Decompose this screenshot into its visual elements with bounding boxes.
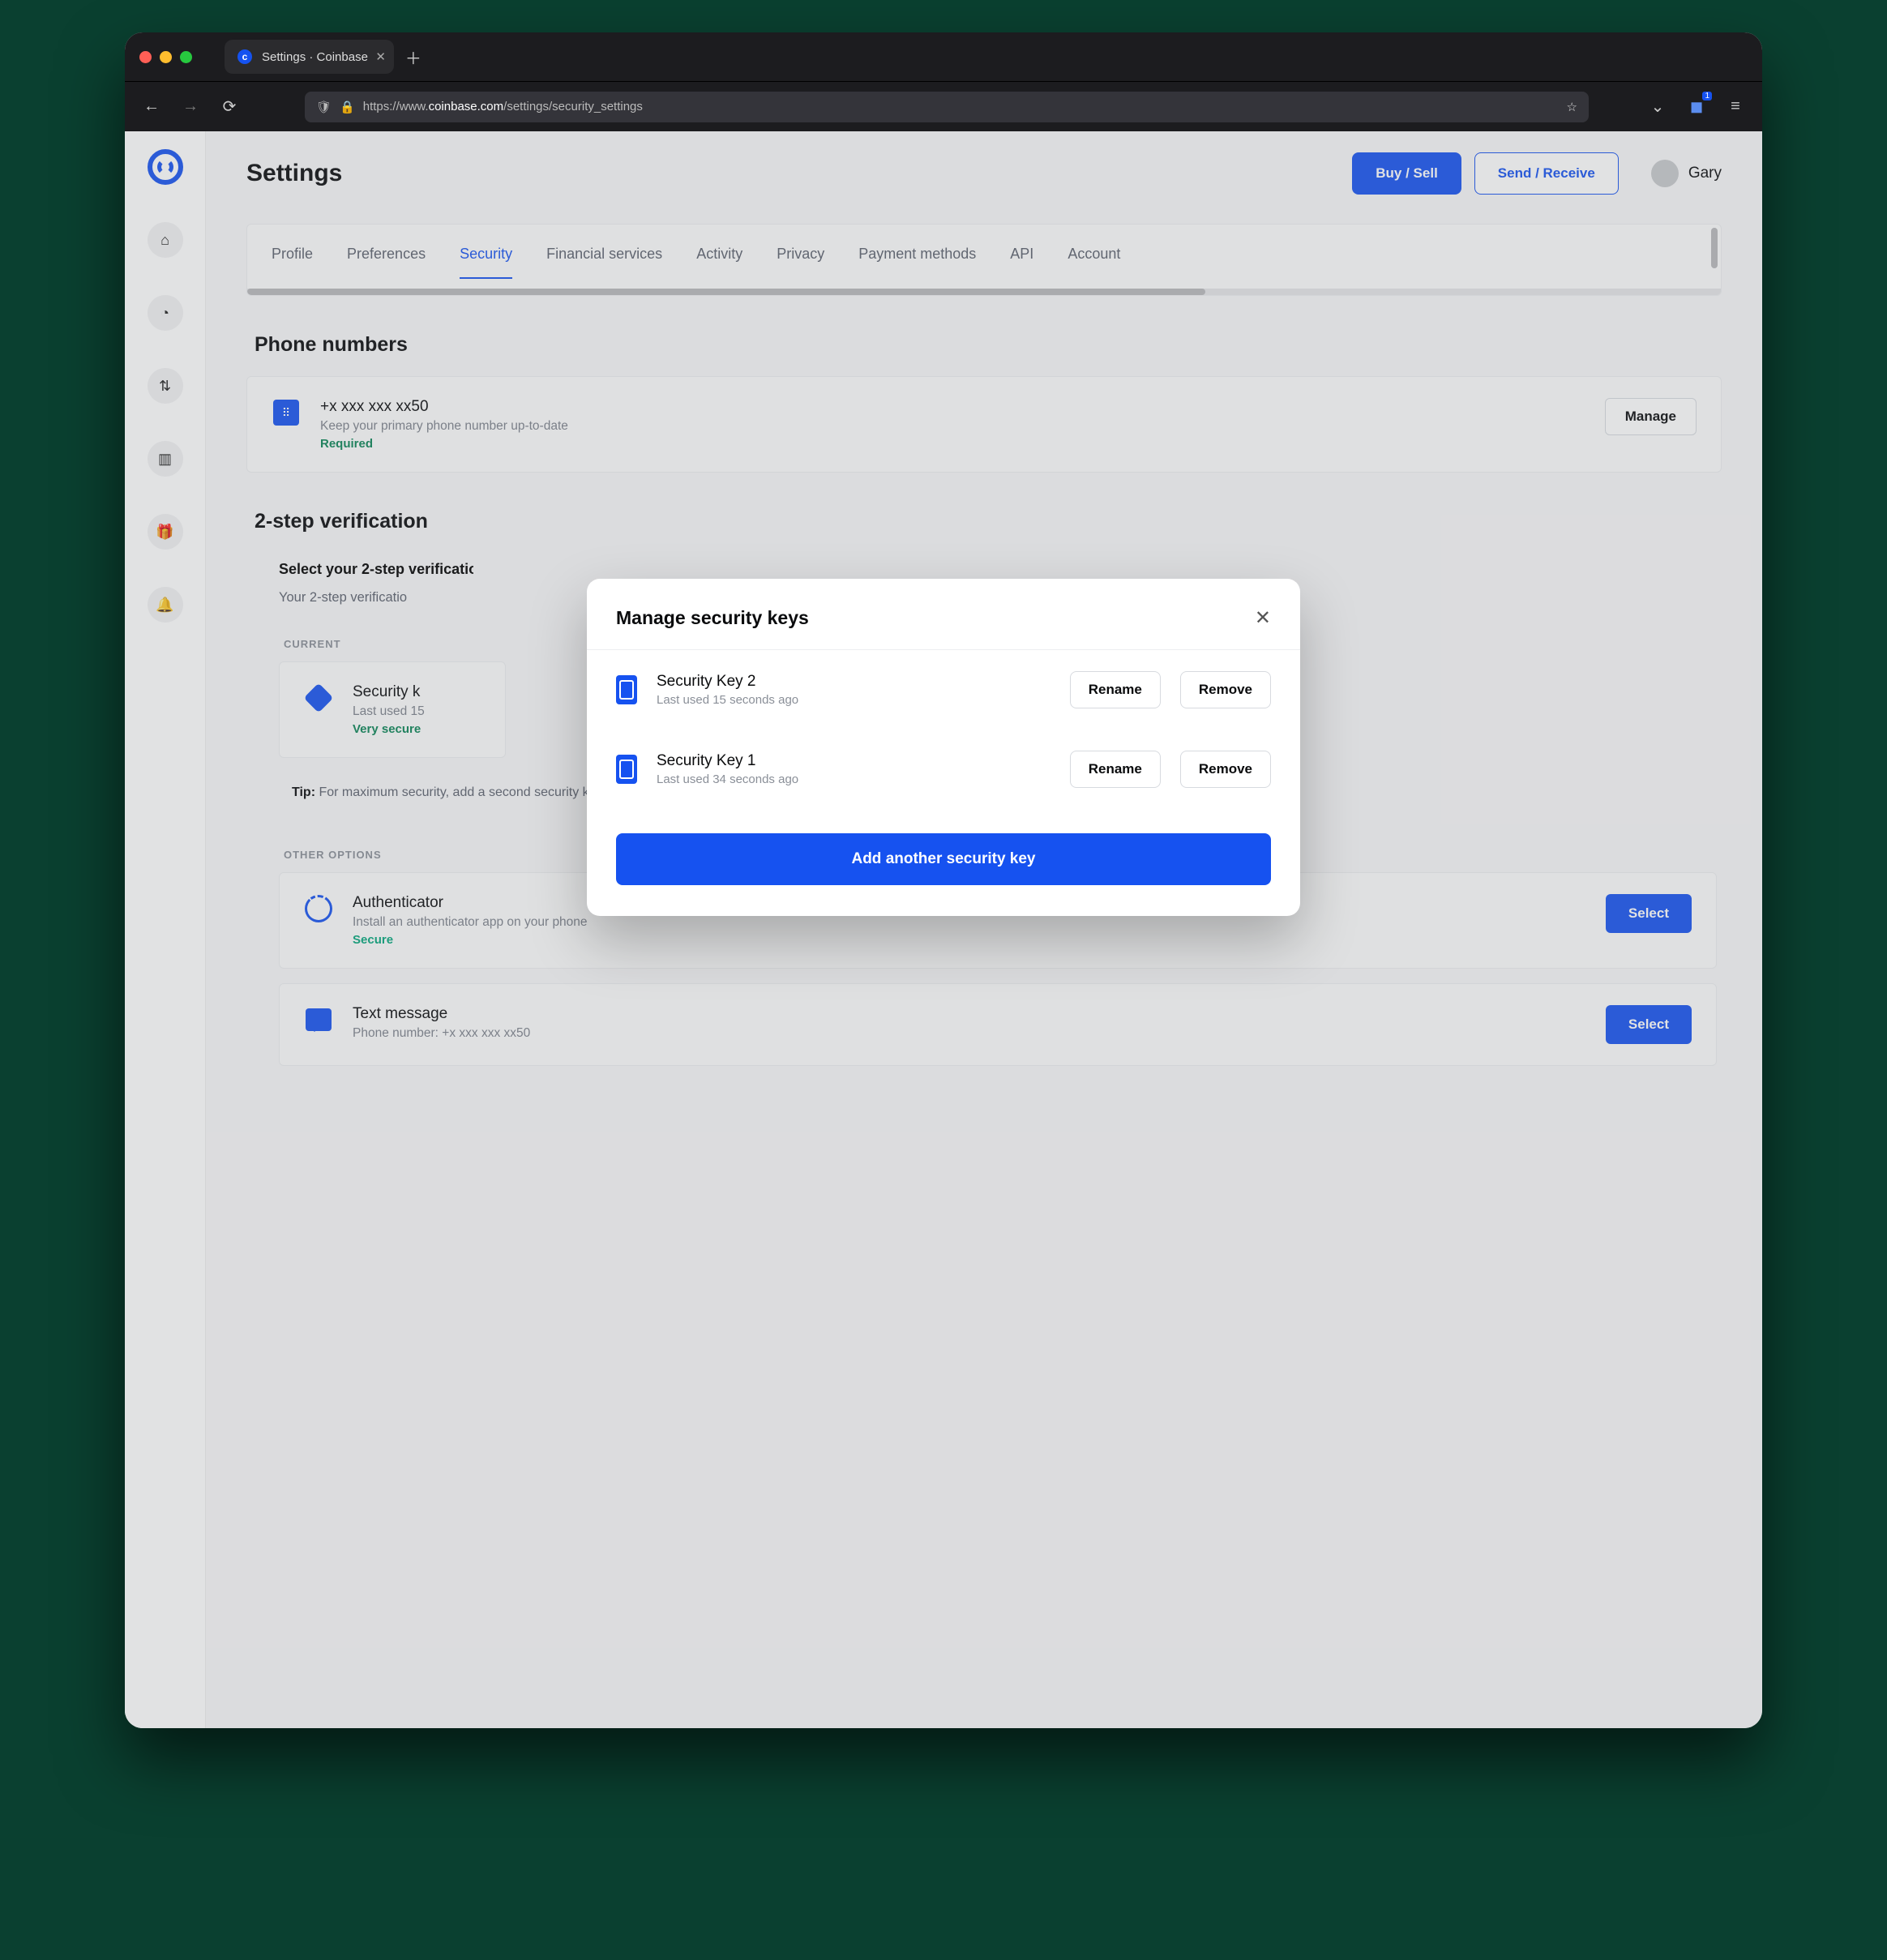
menu-icon[interactable]: ≡ (1723, 95, 1748, 119)
minimize-window-icon[interactable] (160, 51, 172, 63)
bookmark-star-icon[interactable]: ☆ (1567, 100, 1577, 114)
pocket-icon[interactable]: ⌄ (1645, 95, 1670, 119)
modal-manage-security-keys: Manage security keys ✕ Security Key 2 La… (587, 579, 1300, 916)
url-text: https://www.coinbase.com/settings/securi… (363, 100, 1559, 113)
reload-icon[interactable]: ⟳ (217, 95, 242, 119)
tab-title: Settings · Coinbase (262, 50, 368, 64)
modal-close-icon[interactable]: ✕ (1255, 606, 1271, 630)
security-key-row-1: Security Key 1 Last used 34 seconds ago … (587, 730, 1300, 809)
maximize-window-icon[interactable] (180, 51, 192, 63)
security-key-name: Security Key 1 (657, 752, 1050, 770)
security-key-icon (616, 675, 637, 704)
titlebar: c Settings · Coinbase ✕ ＋ (125, 32, 1762, 81)
new-tab-button[interactable]: ＋ (394, 45, 433, 69)
back-icon[interactable]: ← (139, 95, 164, 119)
browser-right-icons: ⌄ ◼1 ≡ (1645, 95, 1748, 119)
security-key-sub: Last used 15 seconds ago (657, 693, 1050, 707)
address-field[interactable]: 🛡 🔒 https://www.coinbase.com/settings/se… (305, 92, 1589, 122)
modal-title: Manage security keys (616, 607, 1255, 629)
url-bar: ← → ⟳ 🛡 🔒 https://www.coinbase.com/setti… (125, 81, 1762, 131)
security-key-name: Security Key 2 (657, 673, 1050, 691)
modal-overlay[interactable] (125, 131, 1762, 1728)
remove-key-button[interactable]: Remove (1180, 751, 1271, 788)
lock-icon: 🔒 (340, 100, 355, 114)
remove-key-button[interactable]: Remove (1180, 671, 1271, 708)
rename-key-button[interactable]: Rename (1070, 671, 1161, 708)
security-key-sub: Last used 34 seconds ago (657, 772, 1050, 786)
browser-window: c Settings · Coinbase ✕ ＋ ← → ⟳ 🛡 🔒 http… (125, 32, 1762, 1728)
tab-close-icon[interactable]: ✕ (375, 49, 386, 64)
shield-icon: 🛡 (316, 100, 332, 114)
page-content: ⌂ ◔ ⇅ ▥ 🎁 🔔 Settings Buy / Sell Send / R… (125, 131, 1762, 1728)
rename-key-button[interactable]: Rename (1070, 751, 1161, 788)
close-window-icon[interactable] (139, 51, 152, 63)
browser-tab[interactable]: c Settings · Coinbase ✕ (225, 40, 394, 74)
security-key-row-0: Security Key 2 Last used 15 seconds ago … (587, 650, 1300, 730)
security-key-icon (616, 755, 637, 784)
coinbase-favicon: c (237, 49, 252, 64)
window-controls (139, 51, 192, 63)
add-security-key-button[interactable]: Add another security key (616, 833, 1271, 885)
forward-icon[interactable]: → (178, 95, 203, 119)
extension-icon[interactable]: ◼1 (1684, 95, 1709, 119)
